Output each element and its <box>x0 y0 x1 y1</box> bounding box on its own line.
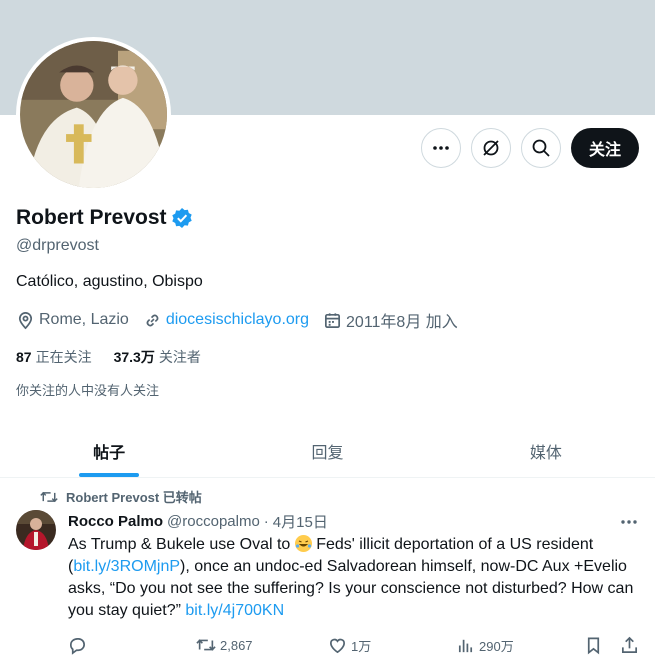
profile-bio: Católico, agustino, Obispo <box>16 273 203 290</box>
joined-text: 2011年8月 加入 <box>346 314 458 331</box>
search-button[interactable] <box>520 128 561 168</box>
joined-item: 2011年8月 加入 <box>323 308 458 332</box>
follow-button[interactable]: 关注 <box>570 128 639 168</box>
tweet-dot-separator: · <box>263 513 269 530</box>
more-icon <box>433 146 449 150</box>
retweet-count: 2,867 <box>220 637 253 653</box>
tab-media[interactable]: 媒体 <box>437 424 655 477</box>
profile-meta: Rome, Lazio diocesischiclayo.org 2011年8月… <box>16 308 472 332</box>
retweeted-by-text[interactable]: Robert Prevost 已转帖 <box>66 487 202 506</box>
author-photo <box>16 510 56 550</box>
location-pin-icon <box>18 311 33 329</box>
profile-actions: 关注 <box>420 128 639 168</box>
tweet-author-handle[interactable]: @roccopalmo <box>167 513 260 530</box>
tweet-link-2[interactable]: bit.ly/4j700KN <box>185 602 284 619</box>
grok-button[interactable] <box>470 128 511 168</box>
location-item: Rome, Lazio <box>16 311 129 330</box>
tweet-text: As Trump & Bukele use Oval to Feds' illi… <box>68 534 638 622</box>
retweet-small-icon <box>40 491 58 502</box>
tweet-actions: 2,867 1万 290万 <box>68 636 640 658</box>
bookmark-button[interactable] <box>584 636 603 655</box>
following-count: 87 <box>16 349 32 365</box>
following-count-link[interactable]: 87 正在关注 <box>16 347 92 367</box>
views-button[interactable]: 290万 <box>456 636 514 655</box>
tab-replies[interactable]: 回复 <box>218 424 436 477</box>
retweet-button[interactable]: 2,867 <box>196 636 253 654</box>
analytics-icon <box>458 639 473 653</box>
tab-posts[interactable]: 帖子 <box>0 424 218 477</box>
rofl-emoji-icon <box>294 535 312 552</box>
search-icon <box>532 139 550 157</box>
calendar-icon <box>325 312 341 328</box>
share-button[interactable] <box>620 636 639 655</box>
followers-count-link[interactable]: 37.3万 关注者 <box>114 347 201 367</box>
tweet-author-name[interactable]: Rocco Palmo <box>68 513 163 530</box>
verified-badge-icon[interactable] <box>171 207 193 229</box>
tweet-date[interactable]: 4月15日 <box>273 511 328 532</box>
share-icon <box>621 636 638 654</box>
tweet-header: Rocco Palmo @roccopalmo · 4月15日 <box>68 511 328 532</box>
profile-name-row: Robert Prevost <box>16 206 193 230</box>
followers-label: 关注者 <box>158 349 201 365</box>
heart-icon <box>329 638 346 654</box>
website-link[interactable]: diocesischiclayo.org <box>166 311 309 329</box>
location-text: Rome, Lazio <box>39 311 129 328</box>
tweet-author-avatar[interactable] <box>16 510 56 550</box>
retweet-context: Robert Prevost 已转帖 <box>40 487 202 506</box>
website-item: diocesischiclayo.org <box>143 311 309 330</box>
profile-avatar[interactable] <box>16 37 171 192</box>
profile-handle: @drprevost <box>16 237 99 254</box>
profile-tabs: 帖子 回复 媒体 <box>0 424 655 478</box>
retweet-icon <box>196 639 216 651</box>
bookmark-icon <box>587 637 600 655</box>
views-count: 290万 <box>479 639 514 654</box>
following-label: 正在关注 <box>35 349 92 365</box>
reply-button[interactable] <box>68 636 87 655</box>
followers-count: 37.3万 <box>113 349 155 365</box>
follow-counts: 87 正在关注 37.3万 关注者 <box>16 347 223 367</box>
followers-you-know-note: 你关注的人中没有人关注 <box>16 383 160 398</box>
like-count: 1万 <box>351 639 372 654</box>
tweet-text-part1: As Trump & Bukele use Oval to <box>68 536 291 553</box>
avatar-photo <box>20 41 167 188</box>
grok-icon <box>483 140 499 156</box>
more-icon <box>621 520 637 524</box>
profile-name: Robert Prevost <box>16 206 167 229</box>
reply-icon <box>69 637 85 655</box>
tweet-link-1[interactable]: bit.ly/3ROMjnP <box>73 558 180 575</box>
like-button[interactable]: 1万 <box>328 636 371 655</box>
more-button[interactable] <box>420 128 461 168</box>
link-icon <box>146 314 159 326</box>
